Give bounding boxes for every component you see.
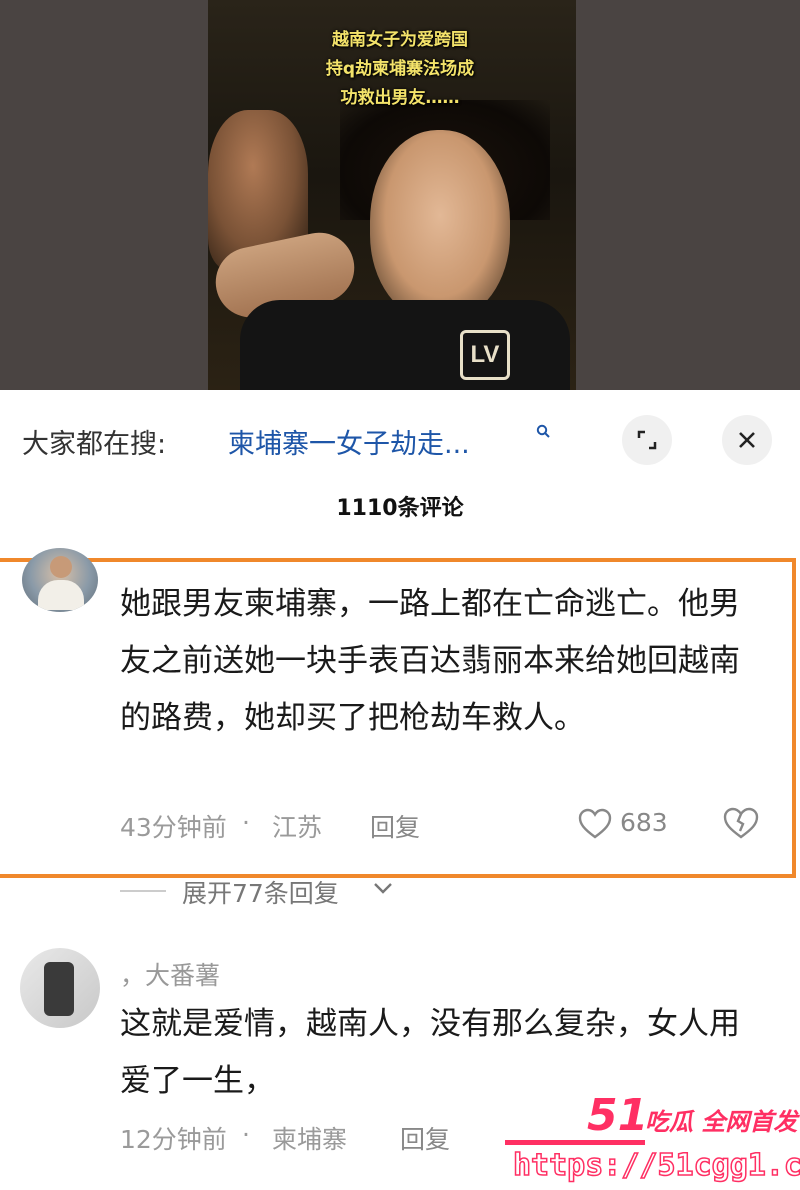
watermark: 51 吃瓜 全网首发 https://51cgg1.com xyxy=(505,1090,800,1190)
close-button[interactable] xyxy=(722,415,772,465)
video-player[interactable]: LV 越南女子为爱跨国 持q劫柬埔寨法场成 功救出男友…… xyxy=(0,0,800,390)
trending-search-prefix: 大家都在搜: xyxy=(22,429,167,460)
close-icon xyxy=(739,432,755,448)
watermark-number: 51 xyxy=(587,1090,649,1141)
video-caption-line: 功救出男友…… xyxy=(340,88,460,108)
divider-line xyxy=(120,890,166,892)
trending-search-link[interactable]: 柬埔寨一女子劫走... xyxy=(228,422,470,461)
comment-time: 43分钟前 xyxy=(120,813,227,842)
video-shirt-logo: LV xyxy=(460,330,510,380)
comment-location: 柬埔寨 xyxy=(272,1125,348,1154)
chevron-down-icon[interactable] xyxy=(372,880,394,896)
video-shirt xyxy=(240,300,570,390)
comment-location: 江苏 xyxy=(272,813,323,842)
search-icon[interactable] xyxy=(536,424,550,438)
comment-username[interactable]: ，大番薯 xyxy=(120,956,220,992)
meta-separator: · xyxy=(242,1120,250,1149)
comment-time: 12分钟前 xyxy=(120,1125,227,1154)
avatar[interactable] xyxy=(20,948,100,1028)
trending-search-bar: 大家都在搜: 柬埔寨一女子劫走... xyxy=(0,412,800,468)
avatar-body xyxy=(38,580,84,610)
video-caption-line: 持q劫柬埔寨法场成 xyxy=(325,59,475,79)
heart-icon[interactable] xyxy=(578,808,612,840)
avatar[interactable] xyxy=(22,548,98,612)
reply-button[interactable]: 回复 xyxy=(400,1120,450,1156)
watermark-url: https://51cgg1.com xyxy=(512,1147,800,1184)
video-caption: 越南女子为爱跨国 持q劫柬埔寨法场成 功救出男友…… xyxy=(290,26,510,113)
expand-button[interactable] xyxy=(622,415,672,465)
expand-icon xyxy=(637,430,657,450)
video-person-center xyxy=(370,130,510,320)
video-caption-line: 越南女子为爱跨国 xyxy=(332,30,468,50)
broken-heart-icon[interactable] xyxy=(722,806,760,840)
meta-separator: · xyxy=(242,808,250,837)
expand-replies-button[interactable]: 展开77条回复 xyxy=(182,874,339,910)
avatar-head xyxy=(50,556,72,578)
watermark-title: 吃瓜 全网首发 xyxy=(645,1108,798,1136)
comment-text: 她跟男友柬埔寨，一路上都在亡命逃亡。他男友之前送她一块手表百达翡丽本来给她回越南… xyxy=(120,586,740,736)
comment-count: 1110条评论 xyxy=(336,496,464,521)
like-count: 683 xyxy=(620,808,668,837)
reply-button[interactable]: 回复 xyxy=(370,808,420,844)
